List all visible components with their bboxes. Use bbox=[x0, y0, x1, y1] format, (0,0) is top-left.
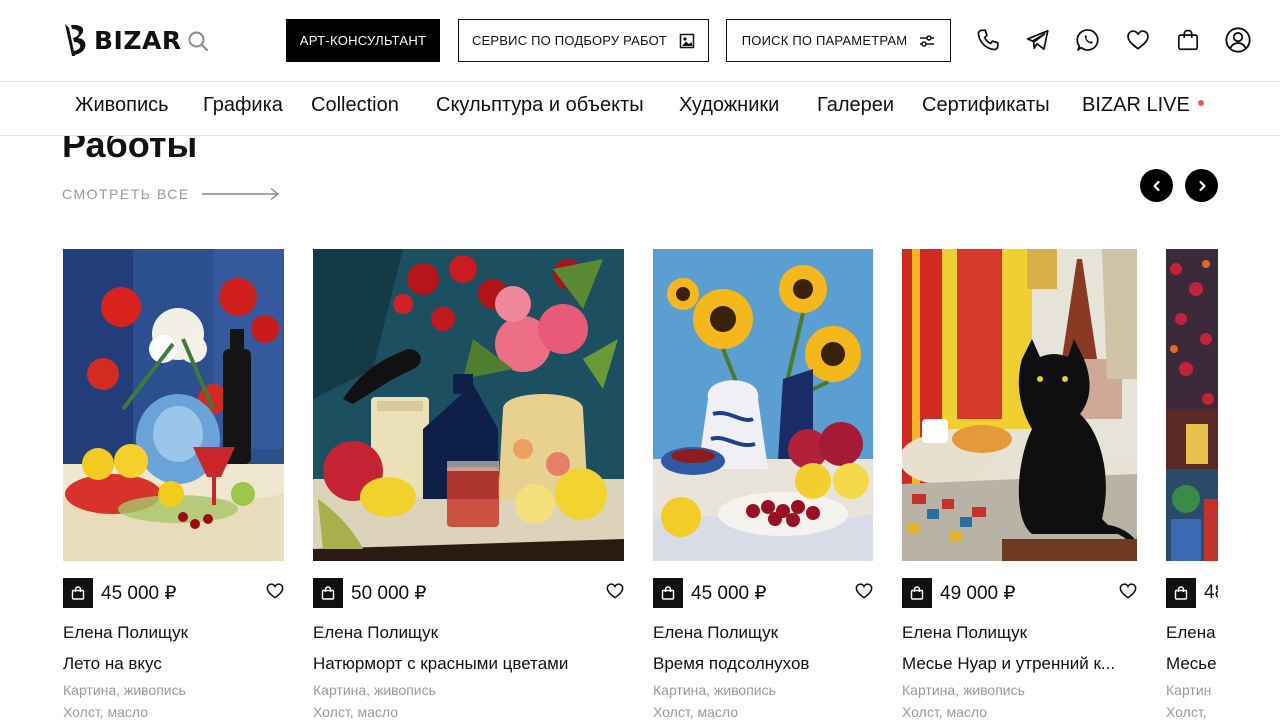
add-to-cart-button[interactable] bbox=[313, 578, 343, 608]
whatsapp-icon[interactable] bbox=[1073, 25, 1103, 55]
nav-item-painting[interactable]: Живопись bbox=[75, 94, 169, 117]
nav-item-graphics[interactable]: Графика bbox=[203, 94, 283, 117]
chevron-right-icon bbox=[1198, 180, 1206, 191]
telegram-icon[interactable] bbox=[1023, 25, 1053, 55]
price-row: 49 000 ₽ bbox=[902, 578, 1015, 608]
artwork-medium: Холст, bbox=[1166, 704, 1207, 720]
artwork-title[interactable]: Время подсолнухов bbox=[653, 654, 873, 674]
artist-name[interactable]: Елена Полищук bbox=[902, 623, 1027, 643]
carousel-next-button[interactable] bbox=[1185, 169, 1218, 202]
carousel-prev-button[interactable] bbox=[1140, 169, 1173, 202]
nav-item-certificates[interactable]: Сертификаты bbox=[922, 94, 1050, 117]
add-to-cart-button[interactable] bbox=[653, 578, 683, 608]
selection-service-button[interactable]: СЕРВИС ПО ПОДБОРУ РАБОТ bbox=[458, 19, 709, 62]
price: 45 000 ₽ bbox=[691, 582, 767, 604]
picture-frame-icon bbox=[679, 33, 695, 48]
favorite-heart-icon[interactable] bbox=[604, 580, 626, 602]
selection-service-label: СЕРВИС ПО ПОДБОРУ РАБОТ bbox=[471, 33, 668, 48]
artwork-image[interactable] bbox=[313, 249, 624, 561]
artwork-type: Картина, живопись bbox=[63, 682, 186, 698]
price-row: 48 bbox=[1166, 578, 1218, 608]
add-to-cart-button[interactable] bbox=[1166, 578, 1196, 608]
artwork-image[interactable] bbox=[653, 249, 873, 561]
long-arrow-right-icon bbox=[201, 187, 279, 201]
live-indicator-dot bbox=[1197, 99, 1204, 106]
favorite-heart-icon[interactable] bbox=[853, 580, 875, 602]
user-account-icon[interactable] bbox=[1223, 25, 1253, 55]
artwork-title[interactable]: Лето на вкус bbox=[63, 654, 284, 674]
artwork-image[interactable] bbox=[1166, 249, 1218, 561]
chevron-left-icon bbox=[1152, 180, 1160, 191]
nav-item-bizar-live[interactable]: BIZAR LIVE bbox=[1082, 94, 1204, 117]
sliders-icon bbox=[920, 34, 935, 47]
price: 50 000 ₽ bbox=[351, 582, 427, 604]
artwork-card[interactable]: 45 000 ₽ Елена Полищук Лето на вкус Карт… bbox=[63, 249, 284, 720]
category-nav: Живопись Графика Collection Скульптура и… bbox=[0, 82, 1280, 136]
phone-icon[interactable] bbox=[973, 25, 1003, 55]
nav-item-collection[interactable]: Collection bbox=[311, 94, 399, 117]
favorites-heart-icon[interactable] bbox=[1123, 25, 1153, 55]
price: 48 bbox=[1204, 582, 1218, 603]
artwork-title[interactable]: Месье bbox=[1166, 654, 1217, 674]
artwork-image[interactable] bbox=[902, 249, 1137, 561]
artwork-medium: Холст, масло bbox=[902, 704, 987, 720]
add-to-cart-button[interactable] bbox=[63, 578, 93, 608]
artwork-card[interactable]: 45 000 ₽ Елена Полищук Время подсолнухов… bbox=[653, 249, 873, 720]
artist-name[interactable]: Елена Полищук bbox=[653, 623, 778, 643]
logo-text: BIZAR bbox=[94, 25, 182, 55]
artwork-type: Картина, живопись bbox=[653, 682, 776, 698]
cart-bag-icon[interactable] bbox=[1173, 25, 1203, 55]
see-all-label: СМОТРЕТЬ ВСЕ bbox=[62, 186, 190, 202]
shopping-bag-icon bbox=[910, 586, 924, 600]
see-all-link[interactable]: СМОТРЕТЬ ВСЕ bbox=[62, 186, 280, 202]
art-consultant-label: АРТ-КОНСУЛЬТАНТ bbox=[299, 33, 427, 48]
nav-item-galleries[interactable]: Галереи bbox=[817, 94, 894, 117]
price-row: 45 000 ₽ bbox=[63, 578, 176, 608]
artwork-card[interactable]: 48 Елена Месье Картин Холст, bbox=[1166, 249, 1218, 720]
favorite-heart-icon[interactable] bbox=[264, 580, 286, 602]
artist-name[interactable]: Елена bbox=[1166, 623, 1216, 643]
shopping-bag-icon bbox=[661, 586, 675, 600]
price-row: 50 000 ₽ bbox=[313, 578, 426, 608]
shopping-bag-icon bbox=[71, 586, 85, 600]
artwork-type: Картина, живопись bbox=[313, 682, 436, 698]
parameter-search-label: ПОИСК ПО ПАРАМЕТРАМ bbox=[741, 33, 908, 48]
shopping-bag-icon bbox=[1174, 586, 1188, 600]
artwork-image[interactable] bbox=[63, 249, 284, 561]
artwork-title[interactable]: Месье Нуар и утренний к... bbox=[902, 654, 1137, 674]
favorite-heart-icon[interactable] bbox=[1117, 580, 1139, 602]
price: 45 000 ₽ bbox=[101, 582, 177, 604]
artwork-card[interactable]: 49 000 ₽ Елена Полищук Месье Нуар и утре… bbox=[902, 249, 1137, 720]
artwork-type: Картина, живопись bbox=[902, 682, 1025, 698]
nav-item-artists[interactable]: Художники bbox=[679, 94, 779, 117]
artwork-medium: Холст, масло bbox=[63, 704, 148, 720]
artwork-type: Картин bbox=[1166, 682, 1212, 698]
shopping-bag-icon bbox=[321, 586, 335, 600]
add-to-cart-button[interactable] bbox=[902, 578, 932, 608]
search-icon[interactable] bbox=[184, 27, 212, 55]
nav-item-sculpture[interactable]: Скульптура и объекты bbox=[436, 94, 644, 117]
logo[interactable]: BIZAR bbox=[62, 22, 182, 58]
price: 49 000 ₽ bbox=[940, 582, 1016, 604]
nav-item-bizar-live-label: BIZAR LIVE bbox=[1082, 94, 1190, 116]
logo-mark-icon bbox=[65, 24, 86, 56]
art-consultant-button[interactable]: АРТ-КОНСУЛЬТАНТ bbox=[286, 19, 440, 62]
artwork-medium: Холст, масло bbox=[653, 704, 738, 720]
parameter-search-button[interactable]: ПОИСК ПО ПАРАМЕТРАМ bbox=[726, 19, 951, 62]
artwork-medium: Холст, масло bbox=[313, 704, 398, 720]
site-header: BIZAR АРТ-КОНСУЛЬТАНТ СЕРВИС ПО ПОДБОРУ … bbox=[0, 0, 1280, 82]
artwork-title[interactable]: Натюрморт с красными цветами bbox=[313, 654, 624, 674]
artist-name[interactable]: Елена Полищук bbox=[313, 623, 438, 643]
artist-name[interactable]: Елена Полищук bbox=[63, 623, 188, 643]
price-row: 45 000 ₽ bbox=[653, 578, 766, 608]
artwork-card[interactable]: 50 000 ₽ Елена Полищук Натюрморт с красн… bbox=[313, 249, 624, 720]
